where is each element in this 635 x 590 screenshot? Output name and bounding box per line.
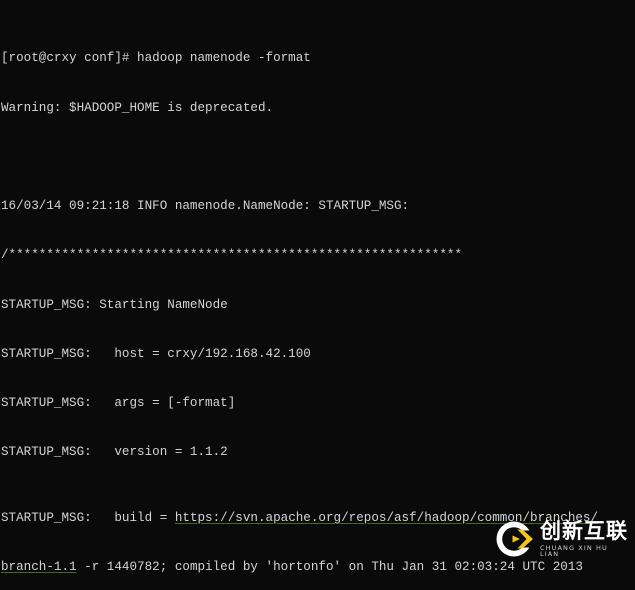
terminal-line: STARTUP_MSG: args = [-format] (1, 396, 236, 411)
terminal-output: [root@crxy conf]# hadoop namenode -forma… (1, 1, 635, 590)
terminal-line-build-cont: branch-1.1 -r 1440782; compiled by 'hort… (1, 559, 635, 575)
terminal-line: [root@crxy conf]# hadoop namenode -forma… (1, 51, 311, 66)
build-label: STARTUP_MSG: build = (1, 510, 175, 525)
terminal-line: STARTUP_MSG: version = 1.1.2 (1, 445, 228, 460)
terminal-window[interactable]: [root@crxy conf]# hadoop namenode -forma… (0, 0, 635, 590)
terminal-line: STARTUP_MSG: host = crxy/192.168.42.100 (1, 346, 311, 361)
build-revision-text: -r 1440782; compiled by 'hortonfo' on Th… (76, 560, 583, 575)
terminal-line: STARTUP_MSG: Starting NameNode (1, 297, 228, 312)
terminal-line: /***************************************… (1, 248, 463, 263)
terminal-line-build: STARTUP_MSG: build = https://svn.apache.… (1, 510, 635, 526)
terminal-line: Warning: $HADOOP_HOME is deprecated. (1, 100, 274, 115)
build-url-link[interactable]: https://svn.apache.org/repos/asf/hadoop/… (175, 511, 598, 525)
build-branch-link[interactable]: branch-1.1 (1, 560, 77, 574)
terminal-line: 16/03/14 09:21:18 INFO namenode.NameNode… (1, 199, 410, 214)
